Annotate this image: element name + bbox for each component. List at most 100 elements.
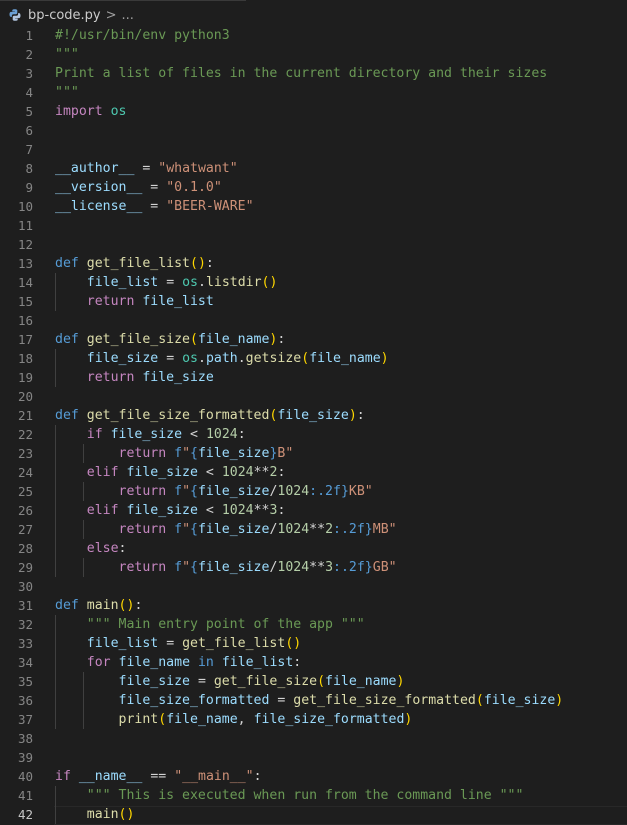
code-text: #!/usr/bin/env python3 bbox=[55, 28, 230, 43]
line-number: 14 bbox=[17, 275, 33, 290]
code-text: if file_size < 1024: bbox=[86, 427, 246, 442]
code-text: """ bbox=[55, 85, 79, 100]
code-text: file_size_formatted = get_file_size_form… bbox=[118, 693, 564, 708]
tab-divider bbox=[0, 0, 246, 1]
code-text: def get_file_size_formatted(file_size): bbox=[55, 408, 365, 423]
code-line[interactable]: 15 return file_list bbox=[0, 292, 627, 311]
line-number: 40 bbox=[17, 769, 33, 784]
code-line[interactable]: 33 file_list = get_file_list() bbox=[0, 634, 627, 653]
code-line[interactable]: 18 file_size = os.path.getsize(file_name… bbox=[0, 349, 627, 368]
code-line[interactable]: 22 if file_size < 1024: bbox=[0, 425, 627, 444]
code-text: file_list = get_file_list() bbox=[86, 636, 302, 651]
line-number: 37 bbox=[17, 712, 33, 727]
code-line[interactable]: 32 """ Main entry point of the app """ bbox=[0, 615, 627, 634]
line-number: 9 bbox=[25, 180, 33, 195]
code-line[interactable]: 35 file_size = get_file_size(file_name) bbox=[0, 672, 627, 691]
code-text: for file_name in file_list: bbox=[86, 655, 302, 670]
code-line[interactable]: 12 bbox=[0, 235, 627, 254]
code-line[interactable]: 14 file_list = os.listdir() bbox=[0, 273, 627, 292]
code-text: return f"{file_size}B" bbox=[118, 446, 294, 461]
line-number: 33 bbox=[17, 636, 33, 651]
code-line[interactable]: 31 def main(): bbox=[0, 596, 627, 615]
code-line[interactable]: 23 return f"{file_size}B" bbox=[0, 444, 627, 463]
code-text: else: bbox=[86, 541, 127, 556]
line-number: 1 bbox=[25, 28, 33, 43]
code-line[interactable]: 24 elif file_size < 1024**2: bbox=[0, 463, 627, 482]
line-number: 4 bbox=[25, 85, 33, 100]
code-line[interactable]: 30 bbox=[0, 577, 627, 596]
breadcrumb-bar: bp-code.py > ... bbox=[0, 0, 627, 28]
line-number: 35 bbox=[17, 674, 33, 689]
code-line[interactable]: 9 __version__ = "0.1.0" bbox=[0, 178, 627, 197]
code-text: elif file_size < 1024**2: bbox=[86, 465, 286, 480]
code-line[interactable]: 40 if __name__ == "__main__": bbox=[0, 767, 627, 786]
line-number: 21 bbox=[17, 408, 33, 423]
line-number: 36 bbox=[17, 693, 33, 708]
code-line[interactable]: 16 bbox=[0, 311, 627, 330]
code-text: __author__ = "whatwant" bbox=[55, 161, 238, 176]
code-text: return file_size bbox=[86, 370, 214, 385]
line-number: 20 bbox=[17, 389, 33, 404]
code-line[interactable]: 20 bbox=[0, 387, 627, 406]
code-line[interactable]: 1 #!/usr/bin/env python3 bbox=[0, 26, 627, 45]
code-line[interactable]: 37 print(file_name, file_size_formatted) bbox=[0, 710, 627, 729]
code-line[interactable]: 6 bbox=[0, 121, 627, 140]
code-line[interactable]: 8 __author__ = "whatwant" bbox=[0, 159, 627, 178]
breadcrumb-file[interactable]: bp-code.py bbox=[28, 8, 101, 23]
code-line[interactable]: 13 def get_file_list(): bbox=[0, 254, 627, 273]
code-line[interactable]: 19 return file_size bbox=[0, 368, 627, 387]
code-line[interactable]: 17 def get_file_size(file_name): bbox=[0, 330, 627, 349]
code-editor[interactable]: 1 #!/usr/bin/env python3 2 """ 3 Print a list… bbox=[0, 26, 627, 824]
code-line[interactable]: 41 """ This is executed when run from th… bbox=[0, 786, 627, 805]
line-number: 16 bbox=[17, 313, 33, 328]
line-number: 3 bbox=[25, 66, 33, 81]
code-line[interactable]: 34 for file_name in file_list: bbox=[0, 653, 627, 672]
line-number: 32 bbox=[17, 617, 33, 632]
code-line[interactable]: 27 return f"{file_size/1024**2:.2f}MB" bbox=[0, 520, 627, 539]
code-text: return f"{file_size/1024:.2f}KB" bbox=[118, 484, 373, 499]
breadcrumb: bp-code.py > ... bbox=[8, 6, 134, 24]
line-number: 24 bbox=[17, 465, 33, 480]
line-number: 15 bbox=[17, 294, 33, 309]
code-text: def main(): bbox=[55, 598, 143, 613]
line-number: 25 bbox=[17, 484, 33, 499]
code-line[interactable]: 36 file_size_formatted = get_file_size_f… bbox=[0, 691, 627, 710]
code-text: Print a list of files in the current dir… bbox=[55, 66, 548, 81]
code-line[interactable]: 11 bbox=[0, 216, 627, 235]
line-number: 39 bbox=[17, 750, 33, 765]
code-line[interactable]: 21 def get_file_size_formatted(file_size)… bbox=[0, 406, 627, 425]
line-number: 26 bbox=[17, 503, 33, 518]
code-text: if __name__ == "__main__": bbox=[55, 769, 262, 784]
line-number: 7 bbox=[25, 142, 33, 157]
line-number: 5 bbox=[25, 104, 33, 119]
line-number: 30 bbox=[17, 579, 33, 594]
code-text: """ This is executed when run from the c… bbox=[86, 788, 524, 803]
code-text: """ Main entry point of the app """ bbox=[86, 617, 365, 632]
code-line[interactable]: 7 bbox=[0, 140, 627, 159]
code-line[interactable]: 5 import os bbox=[0, 102, 627, 121]
code-text: def get_file_list(): bbox=[55, 256, 214, 271]
code-text: import os bbox=[55, 104, 127, 119]
line-number: 38 bbox=[17, 731, 33, 746]
code-line[interactable]: 2 """ bbox=[0, 45, 627, 64]
code-line[interactable]: 29 return f"{file_size/1024**3:.2f}GB" bbox=[0, 558, 627, 577]
breadcrumb-more[interactable]: ... bbox=[122, 8, 134, 23]
code-line[interactable]: 42 main() bbox=[0, 805, 627, 824]
line-number: 12 bbox=[17, 237, 33, 252]
line-number: 27 bbox=[17, 522, 33, 537]
code-line[interactable]: 28 else: bbox=[0, 539, 627, 558]
line-number: 29 bbox=[17, 560, 33, 575]
code-text: print(file_name, file_size_formatted) bbox=[118, 712, 413, 727]
python-file-icon bbox=[8, 8, 22, 22]
line-number: 34 bbox=[17, 655, 33, 670]
line-number: 23 bbox=[17, 446, 33, 461]
code-line[interactable]: 25 return f"{file_size/1024:.2f}KB" bbox=[0, 482, 627, 501]
code-line[interactable]: 4 """ bbox=[0, 83, 627, 102]
code-text: file_size = get_file_size(file_name) bbox=[118, 674, 405, 689]
code-line[interactable]: 38 bbox=[0, 729, 627, 748]
code-line[interactable]: 26 elif file_size < 1024**3: bbox=[0, 501, 627, 520]
code-line[interactable]: 3 Print a list of files in the current di… bbox=[0, 64, 627, 83]
code-text: return f"{file_size/1024**3:.2f}GB" bbox=[118, 560, 397, 575]
code-line[interactable]: 10 __license__ = "BEER-WARE" bbox=[0, 197, 627, 216]
code-line[interactable]: 39 bbox=[0, 748, 627, 767]
